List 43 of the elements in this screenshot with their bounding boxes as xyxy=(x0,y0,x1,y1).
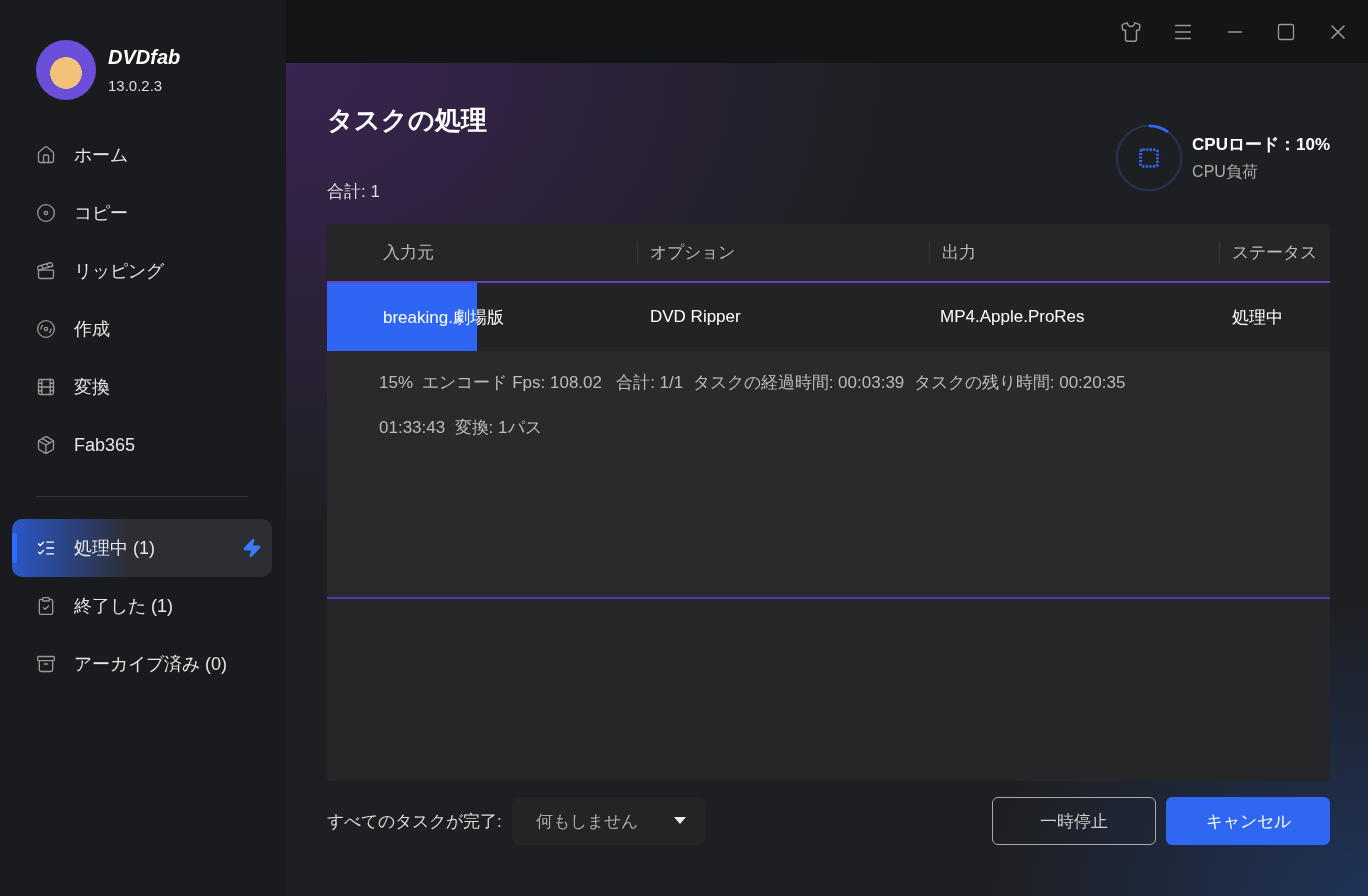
task-total: 合計: 1 xyxy=(327,181,381,203)
sidebar-item[interactable]: Fab365 xyxy=(12,416,272,474)
pause-button[interactable]: 一時停止 xyxy=(992,797,1156,845)
caret-icon xyxy=(673,817,686,825)
skin-icon[interactable] xyxy=(1120,20,1142,43)
column-header: ステータス xyxy=(1219,241,1330,264)
page-title: タスクの処理 xyxy=(327,104,487,137)
column-header: 入力元 xyxy=(382,242,435,264)
checklist-icon xyxy=(36,538,56,558)
home-icon xyxy=(36,145,56,165)
sidebar-item[interactable]: 変換 xyxy=(12,358,272,416)
cancel-button[interactable]: キャンセル xyxy=(1166,797,1330,845)
sidebar-item[interactable]: リッピング xyxy=(12,242,272,300)
app-name: DVDfab xyxy=(108,46,181,69)
clapperboard-icon xyxy=(36,261,56,281)
sidebar-item[interactable]: アーカイブ済み (0) xyxy=(12,635,272,693)
table-cell-text: 処理中 xyxy=(1232,306,1284,329)
table-cell-text: MP4.Apple.ProRes xyxy=(940,307,1086,327)
disc-icon xyxy=(36,203,56,223)
selection-indicator xyxy=(12,533,17,563)
column-header: 出力 xyxy=(929,241,1219,264)
cpu-sublabel: CPU負荷 xyxy=(1192,162,1259,182)
cpu-gauge xyxy=(1114,123,1185,193)
app-version: 13.0.2.3 xyxy=(108,77,164,94)
sidebar-item[interactable]: ホーム xyxy=(12,126,272,184)
column-header: オプション xyxy=(637,241,929,264)
clipboard-check-icon xyxy=(36,596,56,616)
package-icon xyxy=(36,435,56,455)
sidebar-item[interactable]: 処理中 (1) xyxy=(12,519,272,577)
after-done-label: すべてのタスクが完了: xyxy=(327,810,502,833)
sidebar-item[interactable]: 終了した (1) xyxy=(12,577,272,635)
archive-icon xyxy=(36,654,56,674)
sidebar-item[interactable]: 作成 xyxy=(12,300,272,358)
task-detail: 01:33:43 変換: 1パス xyxy=(379,417,543,439)
logo-avatar xyxy=(36,40,96,100)
film-icon xyxy=(36,377,56,397)
after-done-dropdown[interactable]: 何もしません xyxy=(511,797,706,845)
task-detail: 15% エンコード Fps: 108.02 合計: 1/1 タスクの経過時間: 00:03:39 タスクの残り時間: 00:20:35 xyxy=(379,372,1127,394)
maximize-icon[interactable] xyxy=(1276,21,1296,42)
table-cell-text: DVD Ripper xyxy=(650,307,742,327)
cpu-load: CPUロード：10% xyxy=(1192,134,1330,156)
sidebar-item[interactable]: コピー xyxy=(12,184,272,242)
disc-icon xyxy=(36,319,56,339)
